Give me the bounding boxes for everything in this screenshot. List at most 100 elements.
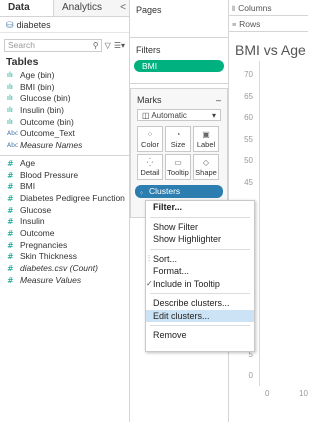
menu-item[interactable]: Format... (146, 265, 254, 278)
measure-field[interactable]: # Diabetes Pedigree Function (0, 193, 129, 205)
dimension-field[interactable]: Abc Outcome_Text (0, 128, 129, 140)
number-type-icon: # (7, 170, 14, 180)
string-type-icon: Abc (7, 142, 19, 150)
label-button[interactable]: ▣ Label (193, 126, 219, 152)
label-icon: ▣ (202, 129, 210, 139)
x-tick-label: 10 (299, 389, 308, 398)
measure-field[interactable]: # BMI (0, 181, 129, 193)
detail-icon: ⁛ (146, 157, 154, 167)
label-label: Label (196, 139, 216, 149)
field-label: Outcome (bin) (20, 116, 74, 127)
check-icon: ✓ (146, 278, 153, 288)
view-options-icon[interactable]: ☰▾ (114, 41, 125, 50)
field-label: diabetes.csv (Count) (20, 263, 98, 273)
field-label: Age (20, 157, 36, 168)
color-button[interactable]: ⁘ Color (137, 126, 163, 152)
measure-field[interactable]: # Insulin (0, 216, 129, 228)
menu-item[interactable]: Show Highlighter (146, 233, 254, 246)
menu-item-label: Include in Tooltip (153, 278, 220, 289)
menu-item[interactable]: Filter... (146, 201, 254, 214)
color-dots-icon: ⁘ (139, 191, 145, 197)
field-label: Glucose (20, 204, 52, 215)
menu-item[interactable]: Show Filter (146, 221, 254, 234)
dimension-field[interactable]: ılı BMI (bin) (0, 82, 129, 94)
dimension-field[interactable]: Abc Measure Names (0, 140, 129, 152)
menu-item-label: Remove (153, 330, 187, 340)
search-placeholder: Search (8, 39, 35, 50)
measure-field[interactable]: # diabetes.csv (Count) (0, 263, 129, 275)
clusters-pill-label: Clusters (149, 186, 181, 196)
menu-item[interactable]: Describe clusters... (146, 297, 254, 310)
menu-item-label: Edit clusters... (153, 310, 210, 321)
number-type-icon: # (7, 217, 14, 227)
menu-item[interactable]: Edit clusters... (146, 309, 254, 322)
field-label: Insulin (20, 216, 45, 227)
number-type-icon: # (7, 264, 14, 273)
shape-button[interactable]: ◇ Shape (193, 154, 219, 180)
marks-title: Marks (137, 95, 162, 105)
number-type-icon: # (7, 205, 14, 215)
context-menu: Filter... Show Filter Show Highlighter ⫶ Sor… (145, 200, 255, 352)
search-icon: ⚲ (92, 40, 99, 50)
measure-field[interactable]: # Age (0, 158, 129, 170)
marks-collapse-icon[interactable]: – (216, 95, 221, 105)
tooltip-icon: ▭ (174, 157, 182, 167)
dimension-field[interactable]: ılı Age (bin) (0, 70, 129, 82)
marks-header: Marks – (131, 89, 227, 109)
tooltip-button[interactable]: ▭ Tooltip (165, 154, 191, 180)
filter-fields-icon[interactable]: ▽ (105, 41, 111, 50)
datasource-row[interactable]: ⛁ diabetes (0, 17, 129, 33)
detail-button[interactable]: ⁛ Detail (137, 154, 163, 180)
pages-card[interactable]: Pages (130, 0, 228, 38)
number-type-icon: # (7, 252, 14, 262)
data-pane: Data Analytics < ⛁ diabetes Search ⚲ ▽ ☰… (0, 0, 130, 422)
menu-item[interactable]: Remove (146, 329, 254, 342)
measure-field[interactable]: # Measure Values (0, 275, 129, 287)
menu-separator (150, 325, 250, 326)
clusters-pill[interactable]: ⁘ Clusters (135, 185, 223, 198)
search-input[interactable]: Search ⚲ (4, 38, 102, 52)
field-label: BMI (bin) (20, 81, 55, 92)
size-button[interactable]: ◔ Size (165, 126, 191, 152)
dimension-field[interactable]: ılı Insulin (bin) (0, 105, 129, 117)
rows-label: Rows (239, 19, 261, 29)
filters-card[interactable]: Filters BMI (130, 38, 228, 84)
string-type-icon: Abc (7, 130, 19, 138)
field-label: Diabetes Pedigree Function (20, 192, 125, 203)
measure-field[interactable]: # Pregnancies (0, 240, 129, 252)
field-label: Measure Names (20, 140, 83, 151)
field-label: Measure Values (20, 274, 82, 285)
measure-field[interactable]: # Blood Pressure (0, 170, 129, 182)
y-axis-line (259, 61, 260, 386)
dimension-measure-divider (0, 154, 129, 156)
dimension-field[interactable]: ılı Glucose (bin) (0, 93, 129, 105)
measure-field[interactable]: # Outcome (0, 228, 129, 240)
number-type-icon: # (7, 193, 14, 203)
menu-separator (150, 293, 250, 294)
collapse-pane-icon[interactable]: < (117, 0, 129, 16)
menu-item[interactable]: ⫶ Sort... (146, 253, 254, 266)
y-tick-label: 65 (244, 91, 253, 101)
number-type-icon: # (7, 275, 14, 285)
datasource-icon: ⛁ (6, 19, 14, 30)
measure-field[interactable]: # Glucose (0, 205, 129, 217)
field-label: Glucose (bin) (20, 93, 71, 104)
columns-shelf[interactable]: ⦀ Columns (229, 0, 308, 16)
menu-item[interactable]: ✓ Include in Tooltip (146, 278, 254, 291)
columns-icon: ⦀ (232, 6, 236, 13)
field-label: Insulin (bin) (20, 105, 64, 116)
dimension-field[interactable]: ılı Outcome (bin) (0, 117, 129, 129)
y-tick-label: 0 (248, 371, 253, 380)
dimension-list: ılı Age (bin) ılı BMI (bin) ılı Glucose (bin)… (0, 70, 129, 152)
field-label: Blood Pressure (20, 169, 79, 180)
pane-tabs: Data Analytics < (0, 0, 129, 17)
mark-type-dropdown[interactable]: ◫ Automatic ▾ (137, 109, 221, 121)
tab-analytics[interactable]: Analytics (54, 0, 117, 16)
measure-field[interactable]: # Skin Thickness (0, 251, 129, 263)
menu-item-label: Format... (153, 266, 190, 276)
field-label: Skin Thickness (20, 251, 78, 262)
rows-shelf[interactable]: ≡ Rows (229, 16, 308, 32)
filter-pill-bmi[interactable]: BMI (134, 60, 224, 72)
menu-item-label: Show Highlighter (153, 234, 222, 244)
tab-data[interactable]: Data (0, 0, 54, 16)
